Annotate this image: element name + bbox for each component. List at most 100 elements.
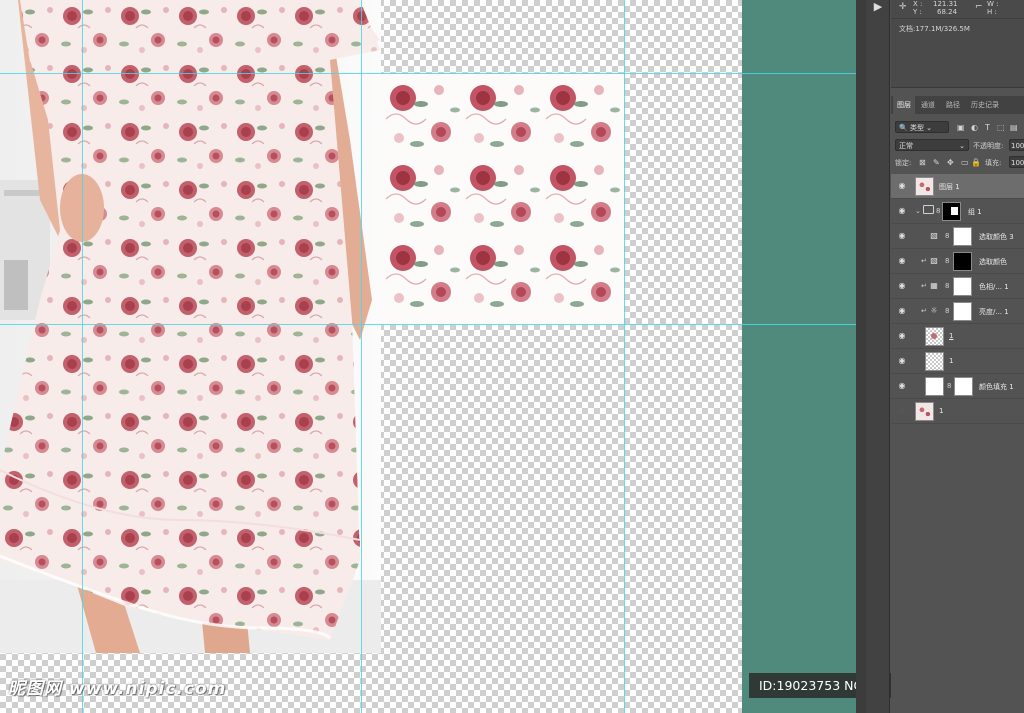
blend-opacity-row: 正常 ⌄ 不透明度: 100 bbox=[891, 138, 1024, 155]
lock-position-icon[interactable]: ✥ bbox=[947, 157, 954, 169]
link-icon: 8 bbox=[945, 307, 950, 315]
panel-tab-bar: 图层 通道 路径 历史记录 bbox=[891, 96, 1024, 114]
lock-label: 锁定: bbox=[895, 159, 912, 167]
layer-mask-thumbnail bbox=[953, 277, 972, 296]
eye-icon[interactable]: ◉ bbox=[897, 231, 907, 241]
eye-hidden-icon[interactable]: ▫ bbox=[897, 406, 907, 416]
clipping-icon: ↵ bbox=[921, 307, 927, 315]
guide-horizontal[interactable] bbox=[0, 324, 856, 325]
x-label: X : bbox=[913, 0, 923, 8]
y-value: 68.24 bbox=[937, 8, 958, 16]
h-label: H : bbox=[987, 8, 997, 16]
link-icon: 8 bbox=[945, 232, 950, 240]
filter-kind-select[interactable]: 🔍 类型 ⌄ bbox=[895, 121, 949, 133]
tab-layers[interactable]: 图层 bbox=[893, 96, 915, 114]
play-icon[interactable]: ▶ bbox=[869, 0, 887, 14]
eye-icon[interactable]: ◉ bbox=[897, 356, 907, 366]
document-canvas[interactable]: 昵图网 www.nipic.com bbox=[0, 0, 742, 713]
teal-background-strip bbox=[742, 0, 856, 713]
layer-thumbnail bbox=[925, 327, 944, 346]
layer-row[interactable]: ◉ ⌄ 8 组 1 bbox=[891, 199, 1024, 224]
guide-horizontal[interactable] bbox=[0, 73, 856, 74]
layer-name: 选取颜色 bbox=[979, 258, 1007, 266]
document-size: 文档:177.1M/326.5M bbox=[899, 25, 970, 33]
layer-name: 色相/... 1 bbox=[979, 283, 1009, 291]
chevron-down-icon[interactable]: ⌄ bbox=[915, 207, 921, 215]
eye-icon[interactable]: ◉ bbox=[897, 256, 907, 266]
layer-row[interactable]: ◉ 1 bbox=[891, 349, 1024, 374]
opacity-label: 不透明度: bbox=[973, 142, 1004, 150]
y-label: Y : bbox=[913, 8, 922, 16]
guide-vertical[interactable] bbox=[82, 0, 83, 713]
layer-filter-row: 🔍 类型 ⌄ ▣ ◐ T ⬚ ▤ bbox=[891, 120, 1024, 137]
image-filter-icon[interactable]: ▣ bbox=[957, 122, 965, 134]
layer-row[interactable]: ▫ 1 bbox=[891, 399, 1024, 424]
dress-photo-layer bbox=[0, 0, 381, 653]
layer-name: 图层 1 bbox=[939, 183, 960, 191]
layer-row[interactable]: ◉ 1 bbox=[891, 324, 1024, 349]
layer-row[interactable]: ◉ ▧ 8 选取颜色 3 bbox=[891, 224, 1024, 249]
link-icon: 8 bbox=[945, 257, 950, 265]
brightness-icon: ☼ bbox=[930, 306, 938, 315]
lock-transparent-icon[interactable]: ⊠ bbox=[919, 157, 926, 169]
lock-image-icon[interactable]: ✎ bbox=[933, 157, 940, 169]
layer-row[interactable]: ◉ ↵ ☼ 8 亮度/... 1 bbox=[891, 299, 1024, 324]
adjustment-filter-icon[interactable]: ◐ bbox=[971, 122, 978, 134]
eye-icon[interactable]: ◉ bbox=[897, 331, 907, 341]
layer-name: 颜色填充 1 bbox=[979, 383, 1014, 391]
eye-icon[interactable]: ◉ bbox=[897, 206, 907, 216]
blend-mode-select[interactable]: 正常 ⌄ bbox=[895, 139, 969, 151]
type-filter-icon[interactable]: T bbox=[985, 122, 990, 134]
info-panel: ✛ X : 121.31 Y : 68.24 ⌐ W : H : 文档:177.… bbox=[891, 0, 1024, 88]
w-label: W : bbox=[987, 0, 999, 8]
tab-channels[interactable]: 通道 bbox=[921, 96, 935, 114]
eye-icon[interactable]: ◉ bbox=[897, 306, 907, 316]
layer-mask-thumbnail bbox=[953, 252, 972, 271]
selective-color-icon: ▧ bbox=[930, 231, 938, 240]
eye-icon[interactable]: ◉ bbox=[897, 381, 907, 391]
info-divider bbox=[891, 18, 1024, 19]
layer-thumbnail bbox=[925, 352, 944, 371]
artboard-icon[interactable]: ▭ bbox=[961, 157, 969, 169]
layer-name: 1 bbox=[939, 407, 944, 415]
right-panel: ✛ X : 121.31 Y : 68.24 ⌐ W : H : 文档:177.… bbox=[891, 0, 1024, 713]
layers-panel: 图层 通道 路径 历史记录 🔍 类型 ⌄ ▣ ◐ T ⬚ ▤ 正常 ⌄ 不透明度:… bbox=[891, 96, 1024, 713]
watermark-logo: 昵图网 www.nipic.com bbox=[8, 679, 227, 699]
shape-filter-icon[interactable]: ⬚ bbox=[997, 122, 1005, 134]
selective-color-icon: ▧ bbox=[930, 256, 938, 265]
guide-vertical[interactable] bbox=[361, 0, 362, 713]
opacity-input[interactable]: 100 bbox=[1009, 139, 1024, 151]
panel-collapse-strip[interactable] bbox=[856, 0, 866, 713]
hue-saturation-icon: ▦ bbox=[930, 281, 938, 290]
clipping-icon: ↵ bbox=[921, 257, 927, 265]
fill-input[interactable]: 100 bbox=[1009, 156, 1024, 168]
link-icon: 8 bbox=[936, 207, 941, 215]
transform-icon: ⌐ bbox=[975, 2, 983, 12]
smart-object-filter-icon[interactable]: ▤ bbox=[1010, 122, 1018, 134]
lock-all-icon[interactable]: 🔒 bbox=[971, 157, 981, 169]
link-icon: 8 bbox=[947, 382, 952, 390]
layer-row[interactable]: ◉ 图层 1 bbox=[891, 174, 1024, 199]
blend-mode-value: 正常 bbox=[899, 142, 913, 150]
link-icon: 8 bbox=[945, 282, 950, 290]
clipping-icon: ↵ bbox=[921, 282, 927, 290]
filter-kind-value: 类型 bbox=[909, 124, 924, 132]
layer-row[interactable]: ◉ 8 颜色填充 1 bbox=[891, 374, 1024, 399]
layer-row[interactable]: ◉ ↵ ▦ 8 色相/... 1 bbox=[891, 274, 1024, 299]
layer-thumbnail bbox=[915, 177, 934, 196]
guide-vertical[interactable] bbox=[624, 0, 625, 713]
eye-icon[interactable]: ◉ bbox=[897, 181, 907, 191]
layer-row[interactable]: ◉ ↵ ▧ 8 选取颜色 bbox=[891, 249, 1024, 274]
tab-paths[interactable]: 路径 bbox=[946, 96, 960, 114]
floral-pattern-swatch bbox=[381, 74, 624, 325]
layer-name: 1 bbox=[949, 357, 954, 365]
layer-thumbnail bbox=[915, 402, 934, 421]
crosshair-icon: ✛ bbox=[899, 2, 907, 12]
eye-icon[interactable]: ◉ bbox=[897, 281, 907, 291]
layer-name: 亮度/... 1 bbox=[979, 308, 1009, 316]
layer-name: 组 1 bbox=[968, 208, 982, 216]
tab-history[interactable]: 历史记录 bbox=[971, 96, 999, 114]
layer-mask-thumbnail bbox=[953, 227, 972, 246]
photoshop-workspace: 昵图网 www.nipic.com ID:19023753 NO:2025051… bbox=[0, 0, 1024, 713]
layer-mask-thumbnail bbox=[953, 302, 972, 321]
